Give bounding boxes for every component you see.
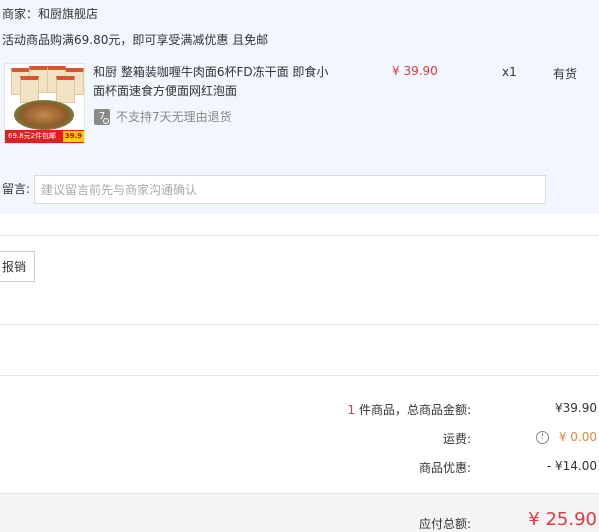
discount-label: 商品优惠: [418,461,471,475]
remark-label: 留言: [2,182,31,196]
freight-label: 运费: [442,432,471,446]
merchant-name: 商家：和厨旗舰店 [2,7,99,21]
total-bar: 应付总额: ¥ 25.90 [0,493,599,532]
items-total-value: ¥39.90 [555,401,597,415]
items-total-label: 1 件商品，总商品金额: [347,403,472,417]
promotion-notice: 活动商品购满69.80元，即可享受满减优惠 且免邮 [2,33,269,47]
total-value: ¥ 25.90 [528,509,597,530]
item-count: 1 [347,403,356,417]
items-total-row: 1 件商品，总商品金额: ¥39.90 [0,401,599,421]
thumb-price-tag: 39.9 [62,131,84,142]
order-block: 商家：和厨旗舰店 活动商品购满69.80元，即可享受满减优惠 且免邮 69.8元… [0,0,599,214]
divider [0,235,599,236]
thumb-bowl-graphic [14,100,74,130]
no-return-icon: 7 [94,108,110,125]
divider [0,324,599,325]
divider [0,375,599,376]
discount-value: - ¥14.00 [546,459,597,473]
remark-input[interactable] [34,175,546,204]
info-circle-icon[interactable]: ! [536,431,549,444]
total-label: 应付总额: [418,517,471,531]
return-policy: 7 不支持7天无理由退货 [94,108,232,125]
unit-price: ¥ 39.90 [392,64,438,78]
stock-status: 有货 [553,67,578,81]
quantity: x1 [502,65,517,79]
freight-value: ¥ 0.00 [558,430,597,444]
discount-row: 商品优惠: - ¥14.00 [0,459,599,479]
product-thumbnail[interactable]: 69.8元2件包邮 39.9 [4,63,85,144]
reimburse-button[interactable]: 报销 [0,251,35,282]
freight-row: 运费: ! ¥ 0.00 [0,430,599,450]
product-title[interactable]: 和厨 整箱装咖喱牛肉面6杯FD冻干面 即食小面杯面速食方便面网红泡面 [93,63,335,101]
return-policy-text: 不支持7天无理由退货 [116,110,232,124]
checkout-page: 商家：和厨旗舰店 活动商品购满69.80元，即可享受满减优惠 且免邮 69.8元… [0,0,599,532]
